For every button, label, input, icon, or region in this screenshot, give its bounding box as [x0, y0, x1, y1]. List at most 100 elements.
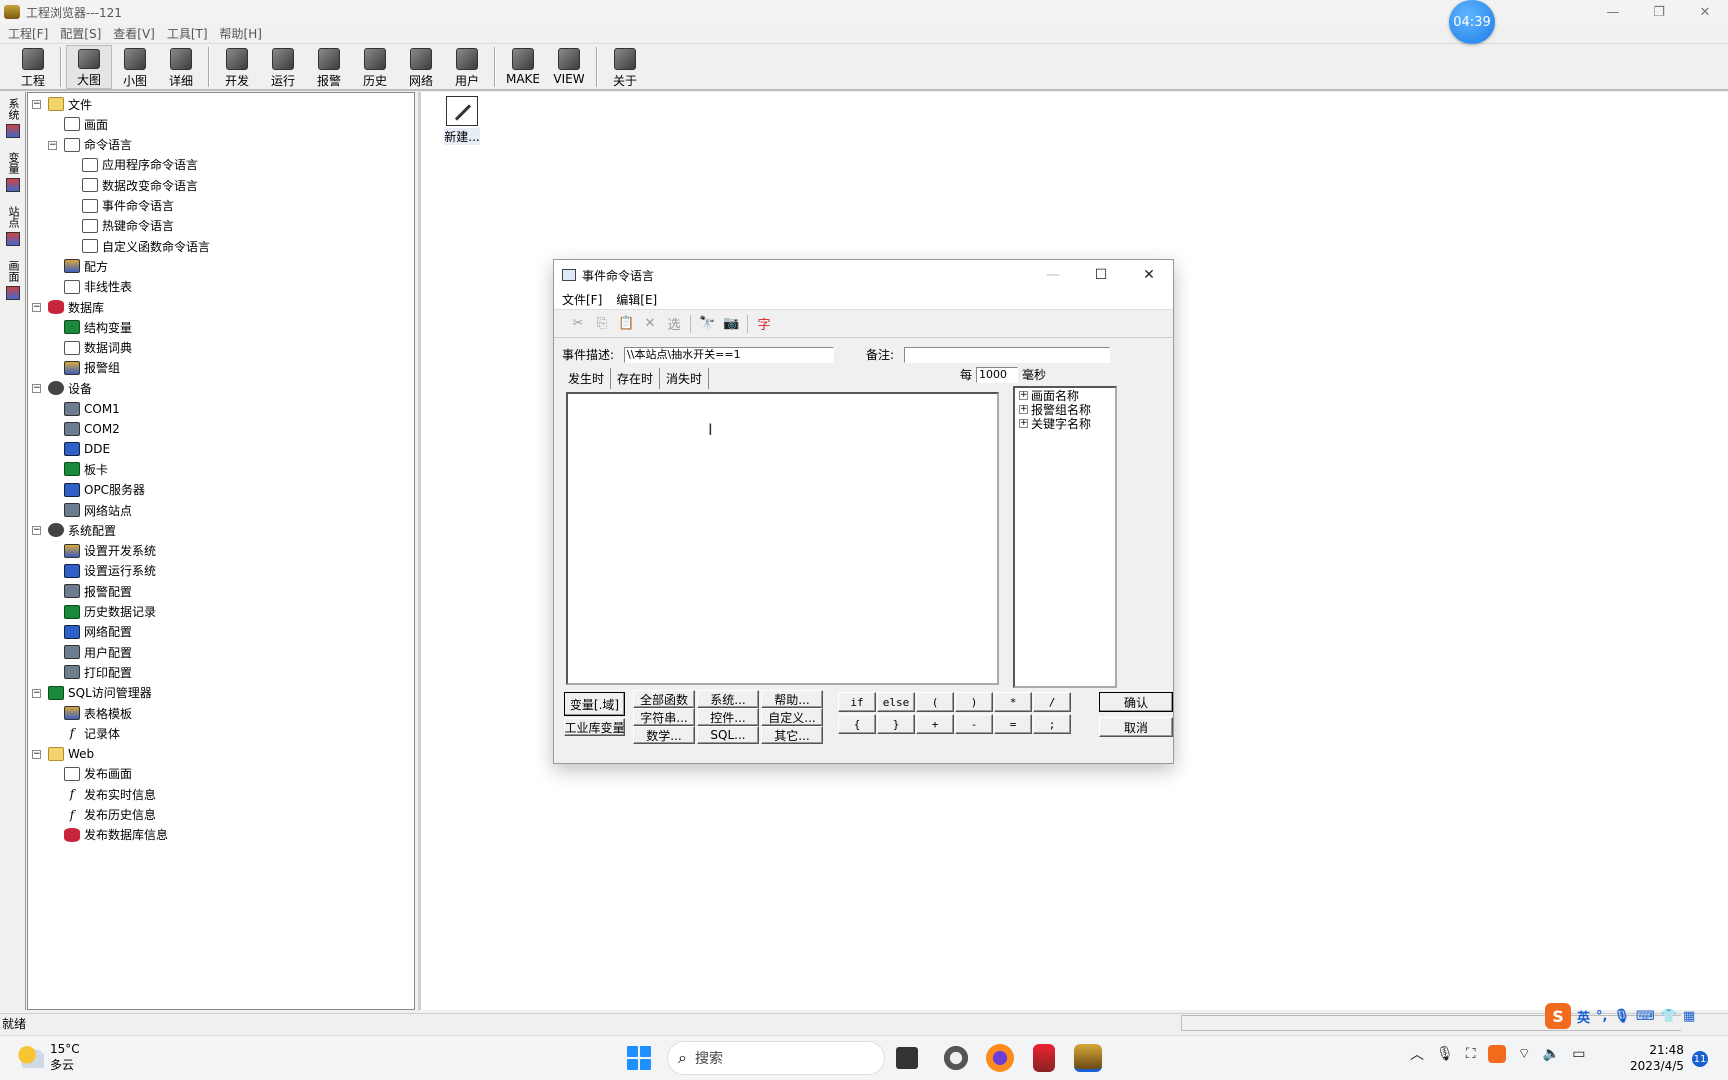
toolbar-button-small-view-icon[interactable]: 小图	[112, 45, 158, 89]
tree-item[interactable]: COM2	[64, 419, 120, 439]
tree-collapse-icon[interactable]: −	[32, 688, 41, 698]
replace-icon[interactable]: 📷	[723, 316, 739, 331]
menu-tools[interactable]: 工具[T]	[167, 25, 208, 42]
op-divide-button[interactable]: /	[1033, 692, 1071, 712]
tree-item[interactable]: 数据词典	[64, 338, 132, 358]
taskbar-search-box[interactable]: ⌕ 搜索	[667, 1041, 885, 1075]
industry-lib-variable-button[interactable]: 工业库变量	[564, 718, 625, 736]
tree-item[interactable]: DDE	[64, 439, 110, 459]
tree-collapse-icon[interactable]: −	[32, 303, 41, 312]
tray-lang-icon[interactable]: ⛶	[1466, 1046, 1476, 1062]
menu-help[interactable]: 帮助[H]	[220, 25, 262, 42]
tree-item[interactable]: 网络站点	[64, 500, 132, 520]
settings-gear-icon[interactable]	[942, 1044, 970, 1072]
new-item[interactable]: 新建...	[441, 96, 483, 145]
tree-item[interactable]: 热键命令语言	[82, 216, 174, 236]
tree-item[interactable]: 非线性表	[64, 277, 132, 297]
ok-button[interactable]: 确认	[1099, 692, 1173, 712]
custom-functions-button[interactable]: 自定义...	[761, 708, 823, 726]
find-icon[interactable]: 🔭	[699, 316, 715, 331]
windows-start-icon[interactable]	[627, 1046, 651, 1070]
op-rbrace-button[interactable]: }	[877, 714, 915, 734]
ime-keyboard-icon[interactable]: ⌨	[1636, 1009, 1655, 1024]
tree-item[interactable]: 报警配置	[64, 581, 132, 601]
expand-icon[interactable]: +	[1019, 404, 1028, 414]
tree-item[interactable]: Web	[48, 744, 94, 764]
ime-language-toggle[interactable]: 英	[1577, 1007, 1590, 1026]
system-functions-button[interactable]: 系统...	[697, 690, 759, 708]
ime-menu-icon[interactable]: ▦	[1683, 1009, 1695, 1024]
battery-icon[interactable]: ▭	[1572, 1046, 1585, 1062]
dialog-minimize-button[interactable]: —	[1029, 260, 1077, 290]
toolbar-button-alarm[interactable]: 报警	[306, 45, 352, 89]
tree-item[interactable]: 板卡	[64, 459, 108, 479]
select-icon[interactable]: 选	[666, 314, 682, 333]
tree-item[interactable]: 自定义函数命令语言	[82, 236, 210, 256]
weather-widget[interactable]: 15°C 多云	[18, 1041, 80, 1073]
toolbar-button-detail-view[interactable]: 详细	[158, 45, 204, 89]
toolbar-button-about[interactable]: 关于	[602, 45, 648, 89]
vtab-variables[interactable]: 变量	[3, 152, 23, 192]
op-equals-button[interactable]: =	[994, 714, 1032, 734]
expand-icon[interactable]: +	[1019, 418, 1028, 428]
help-button[interactable]: 帮助...	[761, 690, 823, 708]
tree-collapse-icon[interactable]: −	[32, 384, 41, 394]
note-input[interactable]	[904, 346, 1111, 363]
tree-item[interactable]: 事件命令语言	[82, 196, 174, 216]
tree-item[interactable]: 文件	[48, 94, 92, 114]
task-view-icon[interactable]	[896, 1047, 918, 1069]
tree-collapse-icon[interactable]: −	[32, 749, 41, 759]
tree-item[interactable]: 用户配置	[64, 642, 132, 662]
op-if-button[interactable]: if	[838, 692, 876, 712]
tree-item[interactable]: 历史数据记录	[64, 602, 156, 622]
tree-item[interactable]: SQL访问管理器	[48, 683, 152, 703]
tab-on-occur[interactable]: 发生时	[562, 368, 612, 389]
notification-badge[interactable]: 11	[1692, 1051, 1708, 1067]
other-functions-button[interactable]: 其它...	[761, 726, 823, 744]
recording-timer-badge[interactable]: 04:39	[1449, 0, 1495, 44]
tree-item[interactable]: 数据改变命令语言	[82, 175, 198, 195]
tree-collapse-icon[interactable]: −	[32, 100, 41, 109]
toolbar-button-history[interactable]: 历史	[352, 45, 398, 89]
toolbar-button-user[interactable]: 用户	[444, 45, 490, 89]
tree-collapse-icon[interactable]: −	[32, 526, 41, 536]
op-lparen-button[interactable]: (	[916, 692, 954, 712]
menu-project[interactable]: 工程[F]	[8, 25, 48, 42]
app-red-icon[interactable]	[1033, 1044, 1055, 1072]
tree-item[interactable]: 发布画面	[64, 764, 132, 784]
tree-item[interactable]: 画面	[64, 114, 108, 134]
toolbar-button-large-view-icon[interactable]: 大图	[66, 45, 112, 89]
script-editor[interactable]: I	[566, 392, 999, 685]
tree-item[interactable]: 网络配置	[64, 622, 132, 642]
toolbar-button-project[interactable]: 工程	[10, 45, 56, 89]
tree-item[interactable]: 命令语言	[64, 135, 132, 155]
tree-item[interactable]: 打印配置	[64, 662, 132, 682]
vtab-system[interactable]: 系统	[3, 98, 23, 138]
tree-item[interactable]: f 记录体	[64, 723, 120, 743]
op-multiply-button[interactable]: *	[994, 692, 1032, 712]
op-minus-button[interactable]: -	[955, 714, 993, 734]
maximize-button[interactable]: ❐	[1636, 0, 1682, 24]
op-semicolon-button[interactable]: ;	[1033, 714, 1071, 734]
string-functions-button[interactable]: 字符串...	[633, 708, 695, 726]
control-functions-button[interactable]: 控件...	[697, 708, 759, 726]
tab-while-exist[interactable]: 存在时	[611, 368, 661, 389]
math-functions-button[interactable]: 数学...	[633, 726, 695, 744]
font-icon[interactable]: 字	[756, 314, 772, 333]
tree-item[interactable]: 设备	[48, 378, 92, 398]
menu-config[interactable]: 配置[S]	[60, 25, 101, 42]
tree-item[interactable]: 设置运行系统	[64, 561, 156, 581]
tree-item[interactable]: 结构变量	[64, 317, 132, 337]
minimize-button[interactable]: —	[1590, 0, 1636, 24]
sql-functions-button[interactable]: SQL...	[697, 726, 759, 744]
event-desc-input[interactable]: \\本站点\抽水开关==1	[624, 346, 835, 363]
tree-item[interactable]: 设置开发系统	[64, 541, 156, 561]
op-plus-button[interactable]: +	[916, 714, 954, 734]
tree-item[interactable]: 应用程序命令语言	[82, 155, 198, 175]
tree-item[interactable]: OPC服务器	[64, 480, 145, 500]
ime-skin-icon[interactable]: 👕	[1661, 1009, 1677, 1024]
tree-keyword-names[interactable]: + 关键字名称	[1019, 416, 1115, 431]
delete-icon[interactable]: ✕	[642, 316, 658, 331]
interval-input[interactable]: 1000	[976, 366, 1019, 383]
expand-icon[interactable]: +	[1019, 390, 1028, 400]
